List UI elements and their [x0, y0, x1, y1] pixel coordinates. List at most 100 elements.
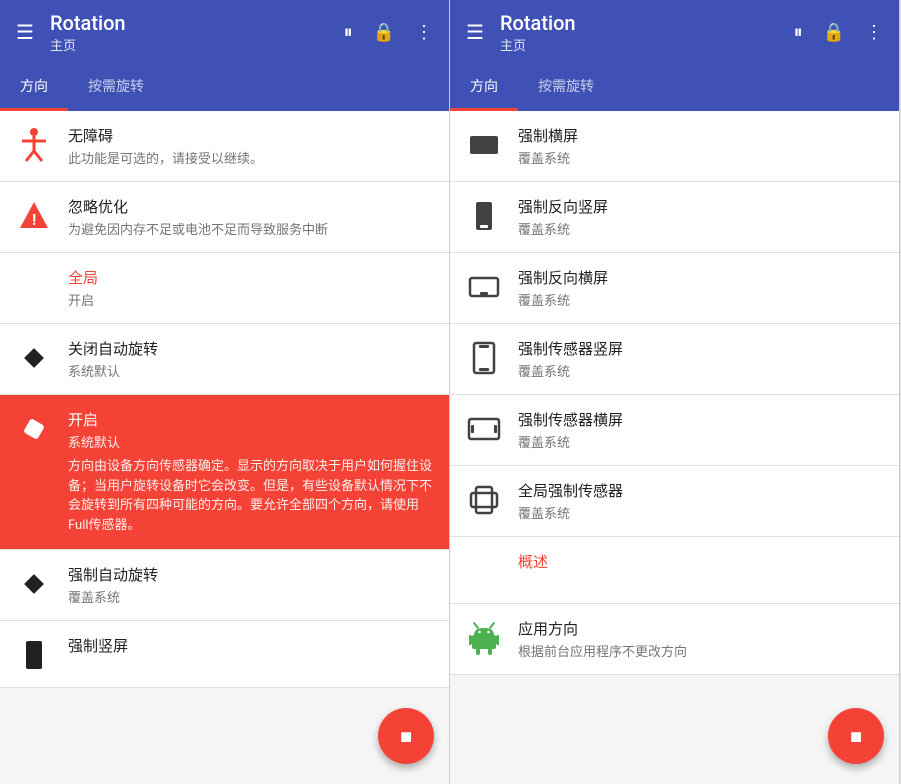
enable-icon: [16, 411, 52, 447]
left-panel: ☰ Rotation 主页 ⏸ 🔒 ⋮ 方向 按需旋转: [0, 0, 450, 784]
force-portrait-title: 强制竖屏: [68, 635, 433, 656]
landscape-sensor-svg: [467, 417, 501, 441]
left-more-icon[interactable]: ⋮: [415, 22, 433, 43]
disable-auto-title: 关闭自动旋转: [68, 338, 433, 359]
right-tab-auto[interactable]: 按需旋转: [518, 64, 614, 111]
full-force-sensor-text: 全局强制传感器 覆盖系统: [518, 480, 883, 522]
app-direction-title: 应用方向: [518, 618, 883, 639]
force-rev-landscape-icon: [466, 269, 502, 305]
left-content-list: 无障碍 此功能是可选的，请接受以继续。 ! 忽略优化 为避免因内存不足或电池不足…: [0, 111, 449, 784]
left-lock-icon[interactable]: 🔒: [373, 22, 395, 43]
force-auto-text: 强制自动旋转 覆盖系统: [68, 564, 433, 606]
left-title-group: Rotation 主页: [50, 11, 344, 54]
force-auto-icon: [16, 566, 52, 602]
right-fab-icon: ■: [850, 724, 862, 749]
right-header-actions: ⏸ 🔒 ⋮: [794, 22, 883, 43]
right-pause-icon[interactable]: ⏸: [794, 22, 803, 43]
left-tab-auto[interactable]: 按需旋转: [68, 64, 164, 111]
android-svg: [469, 621, 499, 655]
right-content-list: 强制横屏 覆盖系统 强制反向竖屏 覆盖系统: [450, 111, 899, 784]
list-item-ignore-opt[interactable]: ! 忽略优化 为避免因内存不足或电池不足而导致服务中断: [0, 182, 449, 253]
force-landscape-text: 强制横屏 覆盖系统: [518, 125, 883, 167]
force-portrait-text: 强制竖屏: [68, 635, 433, 658]
diamond2-svg: [20, 570, 48, 598]
android-icon: [466, 620, 502, 656]
app-direction-subtitle: 根据前台应用程序不更改方向: [518, 641, 883, 660]
list-item-app-direction[interactable]: 应用方向 根据前台应用程序不更改方向: [450, 604, 899, 675]
right-lock-icon[interactable]: 🔒: [823, 22, 845, 43]
global-icon-placeholder: [16, 269, 52, 305]
right-header: ☰ Rotation 主页 ⏸ 🔒 ⋮: [450, 0, 899, 64]
disable-auto-icon: [16, 340, 52, 376]
left-tab-direction[interactable]: 方向: [0, 64, 68, 111]
accessibility-svg: [18, 127, 50, 163]
warning-icon: !: [16, 198, 52, 234]
list-item-force-rev-landscape[interactable]: 强制反向横屏 覆盖系统: [450, 253, 899, 324]
list-item-force-landscape[interactable]: 强制横屏 覆盖系统: [450, 111, 899, 182]
right-tab-direction[interactable]: 方向: [450, 64, 518, 111]
force-auto-title: 强制自动旋转: [68, 564, 433, 585]
list-item-force-rev-portrait[interactable]: 强制反向竖屏 覆盖系统: [450, 182, 899, 253]
force-rev-portrait-subtitle: 覆盖系统: [518, 219, 883, 238]
portrait-svg: [20, 639, 48, 671]
accessibility-subtitle: 此功能是可选的，请接受以继续。: [68, 148, 433, 167]
force-rev-landscape-subtitle: 覆盖系统: [518, 290, 883, 309]
ignore-opt-subtitle: 为避免因内存不足或电池不足而导致服务中断: [68, 219, 433, 238]
left-panel-content: ☰ Rotation 主页 ⏸ 🔒 ⋮ 方向 按需旋转: [0, 0, 450, 784]
disable-auto-text: 关闭自动旋转 系统默认: [68, 338, 433, 380]
enable-title: 开启: [68, 409, 433, 430]
enable-desc: 方向由设备方向传感器确定。显示的方向取决于用户如何握住设备；当用户旋转设备时它会…: [68, 457, 433, 535]
right-more-icon[interactable]: ⋮: [865, 22, 883, 43]
overview-title: 概述: [518, 551, 883, 572]
force-landscape-title: 强制横屏: [518, 125, 883, 146]
list-item-force-sensor-portrait[interactable]: 强制传感器竖屏 覆盖系统: [450, 324, 899, 395]
left-app-subtitle: 主页: [50, 35, 344, 54]
list-item-disable-auto[interactable]: 关闭自动旋转 系统默认: [0, 324, 449, 395]
list-item-overview[interactable]: 概述: [450, 537, 899, 604]
force-sensor-landscape-text: 强制传感器横屏 覆盖系统: [518, 409, 883, 451]
full-force-sensor-subtitle: 覆盖系统: [518, 503, 883, 522]
warning-svg: !: [18, 200, 50, 232]
list-item-force-portrait[interactable]: 强制竖屏: [0, 621, 449, 688]
list-item-full-force-sensor[interactable]: 全局强制传感器 覆盖系统: [450, 466, 899, 537]
global-subtitle: 开启: [68, 290, 433, 309]
accessibility-text: 无障碍 此功能是可选的，请接受以继续。: [68, 125, 433, 167]
list-item-accessibility[interactable]: 无障碍 此功能是可选的，请接受以继续。: [0, 111, 449, 182]
force-sensor-landscape-title: 强制传感器横屏: [518, 409, 883, 430]
force-sensor-portrait-subtitle: 覆盖系统: [518, 361, 883, 380]
list-item-force-sensor-landscape[interactable]: 强制传感器横屏 覆盖系统: [450, 395, 899, 466]
list-item-force-auto[interactable]: 强制自动旋转 覆盖系统: [0, 550, 449, 621]
left-fab-icon: ■: [400, 724, 412, 749]
enable-subtitle: 系统默认: [68, 432, 433, 451]
force-sensor-portrait-icon: [466, 340, 502, 376]
force-sensor-portrait-title: 强制传感器竖屏: [518, 338, 883, 359]
right-menu-icon[interactable]: ☰: [466, 20, 484, 44]
app-direction-text: 应用方向 根据前台应用程序不更改方向: [518, 618, 883, 660]
force-rev-landscape-title: 强制反向横屏: [518, 267, 883, 288]
ignore-opt-text: 忽略优化 为避免因内存不足或电池不足而导致服务中断: [68, 196, 433, 238]
left-fab[interactable]: ■: [378, 708, 434, 764]
eraser-svg: [20, 415, 48, 443]
list-item-global[interactable]: 全局 开启: [0, 253, 449, 324]
svg-text:!: !: [32, 210, 36, 229]
global-text: 全局 开启: [68, 267, 433, 309]
force-rev-portrait-title: 强制反向竖屏: [518, 196, 883, 217]
force-rev-portrait-icon: [466, 198, 502, 234]
landscape-filled-svg: [468, 134, 500, 156]
force-rev-landscape-text: 强制反向横屏 覆盖系统: [518, 267, 883, 309]
right-title-group: Rotation 主页: [500, 11, 794, 54]
right-fab[interactable]: ■: [828, 708, 884, 764]
right-panel: ☰ Rotation 主页 ⏸ 🔒 ⋮ 方向 按需旋转: [450, 0, 900, 784]
left-header: ☰ Rotation 主页 ⏸ 🔒 ⋮: [0, 0, 449, 64]
overview-text: 概述: [518, 551, 883, 574]
list-item-enable[interactable]: 开启 系统默认 方向由设备方向传感器确定。显示的方向取决于用户如何握住设备；当用…: [0, 395, 449, 550]
force-sensor-portrait-text: 强制传感器竖屏 覆盖系统: [518, 338, 883, 380]
left-menu-icon[interactable]: ☰: [16, 20, 34, 44]
accessibility-icon: [16, 127, 52, 163]
left-pause-icon[interactable]: ⏸: [344, 22, 353, 43]
force-landscape-icon: [466, 127, 502, 163]
diamond-svg: [20, 344, 48, 372]
landscape-bottom-svg: [468, 276, 500, 298]
accessibility-title: 无障碍: [68, 125, 433, 146]
full-sensor-icon: [466, 482, 502, 518]
